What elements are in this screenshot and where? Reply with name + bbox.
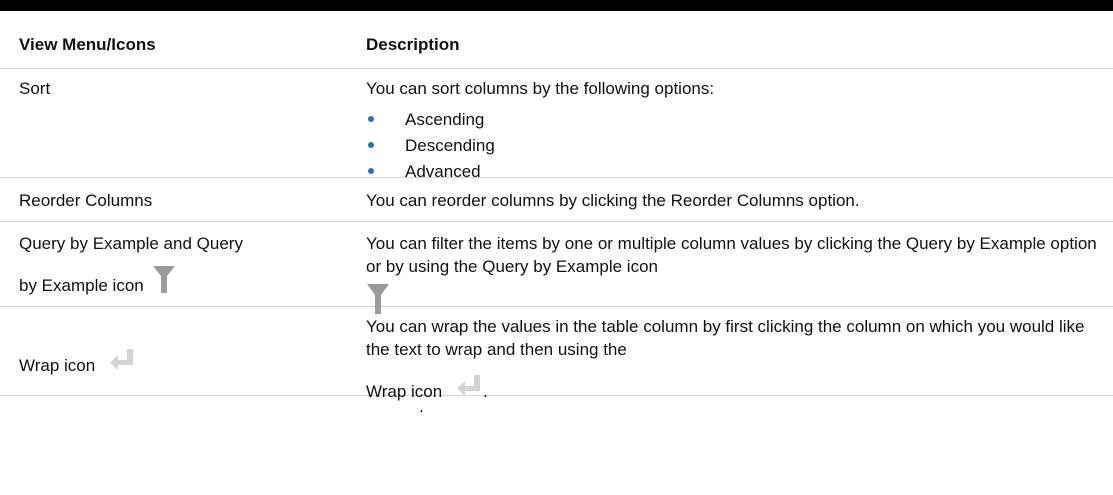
table-row-query: Query by Example and Query by Example ic…	[0, 222, 1113, 416]
bullet-icon	[368, 116, 374, 122]
sort-label: Sort	[19, 79, 51, 98]
query-description-text: You can filter the items by one or multi…	[366, 234, 1097, 276]
sort-description: You can sort columns by the following op…	[347, 69, 1113, 181]
query-description-end: .	[419, 397, 424, 416]
list-item: Ascending	[366, 106, 1103, 132]
query-label-line2: by Example icon	[19, 276, 144, 295]
list-item: Descending	[366, 132, 1103, 158]
reorder-description: You can reorder columns by clicking the …	[366, 191, 860, 210]
sort-description-text: You can sort columns by the following op…	[366, 79, 715, 98]
sort-option-descending: Descending	[405, 135, 495, 155]
header-description: Description	[366, 35, 460, 54]
wrap-description: You can wrap the values in the table col…	[347, 307, 1113, 401]
table-row-reorder: Reorder Columns You can reorder columns …	[0, 178, 1113, 222]
funnel-icon	[153, 266, 176, 293]
header-view-menu-icons: View Menu/Icons	[19, 35, 156, 54]
wrap-arrow-icon	[109, 349, 133, 370]
query-label: Query by Example and Query by Example ic…	[0, 222, 347, 306]
sort-option-ascending: Ascending	[405, 109, 485, 129]
wrap-arrow-icon	[456, 375, 480, 396]
wrap-description-text: You can wrap the values in the table col…	[366, 317, 1085, 359]
query-label-line1: Query by Example and Query	[19, 234, 243, 253]
sort-options-list: Ascending Descending Advanced	[366, 106, 1103, 184]
table-row-sort: Sort You can sort columns by the followi…	[0, 69, 1113, 181]
wrap-description-end: .	[482, 382, 488, 401]
query-label-line2-wrap: by Example icon	[19, 263, 347, 297]
wrap-label-cell: Wrap icon	[0, 307, 347, 395]
table-row-wrap: Wrap icon You can wrap the values in the…	[0, 307, 1113, 401]
bullet-icon	[368, 168, 374, 174]
wrap-label: Wrap icon	[19, 356, 96, 375]
options-table: View Menu/Icons Description Sort You can…	[0, 0, 1113, 416]
wrap-description-icon-label: Wrap icon	[366, 382, 443, 401]
bullet-icon	[368, 142, 374, 148]
wrap-description-line3: Wrap icon .	[366, 373, 1103, 403]
table-header: View Menu/Icons Description	[0, 11, 1113, 69]
query-description: You can filter the items by one or multi…	[347, 222, 1113, 416]
reorder-label: Reorder Columns	[19, 191, 153, 210]
